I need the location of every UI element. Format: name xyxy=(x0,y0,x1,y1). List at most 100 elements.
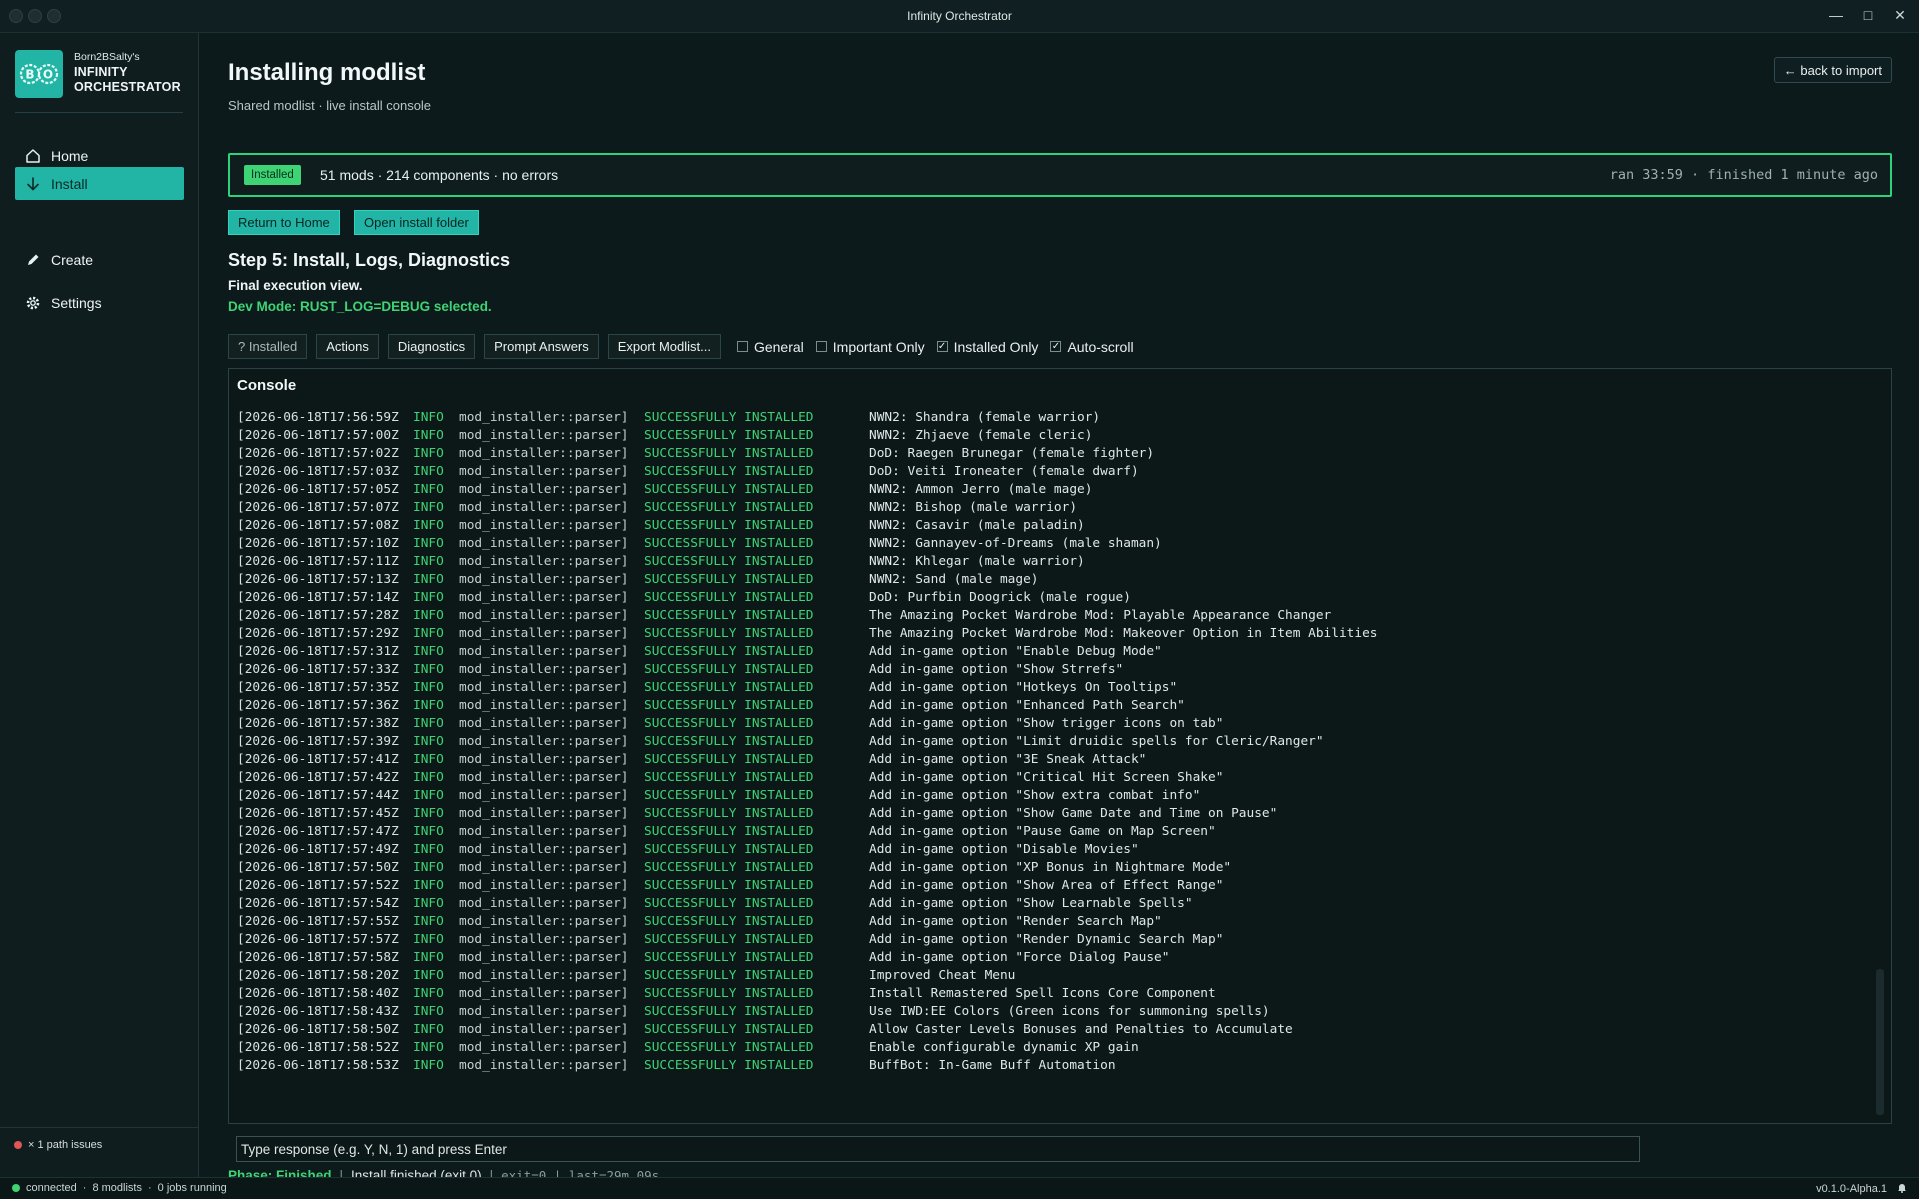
back-to-import-button[interactable]: ← back to import xyxy=(1773,57,1892,83)
path-issues-indicator[interactable]: × 1 path issues xyxy=(14,1139,102,1151)
log-line: [2026-06-18T17:57:03Z INFO mod_installer::… xyxy=(237,463,1865,481)
log-message: DoD: Veiti Ironeater (female dwarf) xyxy=(869,464,1139,479)
log-level: INFO xyxy=(413,896,444,911)
log-status: SUCCESSFULLY INSTALLED xyxy=(644,878,814,893)
log-timestamp: [2026-06-18T17:58:43Z xyxy=(237,1004,399,1019)
sidebar-divider xyxy=(0,1127,198,1128)
prompt-response-input[interactable] xyxy=(236,1136,1640,1162)
modlists-count: 8 modlists xyxy=(92,1182,142,1194)
log-source: mod_installer::parser] xyxy=(459,644,629,659)
log-status: SUCCESSFULLY INSTALLED xyxy=(644,716,814,731)
log-message: Add in-game option "Pause Game on Map Sc… xyxy=(869,824,1216,839)
log-message: Add in-game option "XP Bonus in Nightmar… xyxy=(869,860,1232,875)
log-timestamp: [2026-06-18T17:58:40Z xyxy=(237,986,399,1001)
log-timestamp: [2026-06-18T17:57:54Z xyxy=(237,896,399,911)
log-message: Add in-game option "Show Strrefs" xyxy=(869,662,1124,677)
checkbox-label: General xyxy=(753,338,804,355)
log-level: INFO xyxy=(413,554,444,569)
sidebar-item-install[interactable]: Install xyxy=(15,167,184,200)
auto-scroll-checkbox[interactable]: ✓ Auto-scroll xyxy=(1050,339,1134,355)
bell-icon[interactable] xyxy=(1897,1182,1907,1196)
log-source: mod_installer::parser] xyxy=(459,572,629,587)
console-scrollbar[interactable] xyxy=(1876,969,1884,1115)
log-source: mod_installer::parser] xyxy=(459,716,629,731)
log-timestamp: [2026-06-18T17:57:50Z xyxy=(237,860,399,875)
log-status: SUCCESSFULLY INSTALLED xyxy=(644,464,814,479)
log-timestamp: [2026-06-18T17:57:58Z xyxy=(237,950,399,965)
log-timestamp: [2026-06-18T17:57:57Z xyxy=(237,932,399,947)
return-home-button[interactable]: Return to Home xyxy=(228,210,340,235)
log-line: [2026-06-18T17:57:33Z INFO mod_installer::… xyxy=(237,661,1865,679)
log-timestamp: [2026-06-18T17:57:00Z xyxy=(237,428,399,443)
window-title: Infinity Orchestrator xyxy=(907,9,1012,23)
svg-text:B: B xyxy=(25,68,34,82)
log-line: [2026-06-18T17:57:54Z INFO mod_installer::… xyxy=(237,895,1865,913)
log-level: INFO xyxy=(413,428,444,443)
log-line: [2026-06-18T17:58:43Z INFO mod_installer::… xyxy=(237,1003,1865,1021)
log-source: mod_installer::parser] xyxy=(459,698,629,713)
log-source: mod_installer::parser] xyxy=(459,752,629,767)
console-panel: Console [2026-06-18T17:56:59Z INFO mod_ins… xyxy=(228,368,1892,1124)
sidebar-item-settings[interactable]: Settings xyxy=(15,286,184,319)
filter-general-checkbox[interactable]: General xyxy=(736,338,804,355)
log-level: INFO xyxy=(413,734,444,749)
diagnostics-button[interactable]: Diagnostics xyxy=(387,334,476,359)
log-level: INFO xyxy=(413,806,444,821)
log-line: [2026-06-18T17:58:20Z INFO mod_installer::… xyxy=(237,967,1865,985)
prompt-answers-button[interactable]: Prompt Answers xyxy=(484,334,599,359)
log-level: INFO xyxy=(413,1040,444,1055)
log-message: NWN2: Ammon Jerro (male mage) xyxy=(869,482,1093,497)
log-line: [2026-06-18T17:57:38Z INFO mod_installer::… xyxy=(237,715,1865,733)
maximize-icon[interactable]: □ xyxy=(1858,7,1878,23)
log-line: [2026-06-18T17:57:49Z INFO mod_installer::… xyxy=(237,841,1865,859)
log-source: mod_installer::parser] xyxy=(459,932,629,947)
open-install-folder-button[interactable]: Open install folder xyxy=(354,210,479,235)
log-line: [2026-06-18T17:57:41Z INFO mod_installer::… xyxy=(237,751,1865,769)
log-source: mod_installer::parser] xyxy=(459,536,629,551)
filter-important-only-checkbox[interactable]: Important Only xyxy=(815,339,925,355)
log-level: INFO xyxy=(413,500,444,515)
checkbox-icon xyxy=(736,341,748,352)
log-level: INFO xyxy=(413,626,444,641)
log-level: INFO xyxy=(413,518,444,533)
install-status-banner: Installed 51 mods · 214 components · no … xyxy=(228,153,1892,197)
close-icon[interactable]: ✕ xyxy=(1890,7,1910,24)
log-timestamp: [2026-06-18T17:58:20Z xyxy=(237,968,399,983)
checkmark-icon: ✓ xyxy=(1050,340,1062,352)
separator: · xyxy=(82,1182,87,1194)
brand-name-line1: INFINITY xyxy=(74,65,128,79)
log-message: Add in-game option "Show Game Date and T… xyxy=(869,806,1278,821)
log-message: Add in-game option "Render Search Map" xyxy=(869,914,1162,929)
log-timestamp: [2026-06-18T17:56:59Z xyxy=(237,410,399,425)
console-log[interactable]: [2026-06-18T17:56:59Z INFO mod_installer::… xyxy=(237,409,1865,1075)
log-source: mod_installer::parser] xyxy=(459,842,629,857)
log-source: mod_installer::parser] xyxy=(459,446,629,461)
sidebar-item-label: Settings xyxy=(51,294,102,311)
log-timestamp: [2026-06-18T17:57:41Z xyxy=(237,752,399,767)
step-description: Final execution view. xyxy=(228,278,363,293)
sidebar-item-label: Install xyxy=(51,175,88,192)
log-source: mod_installer::parser] xyxy=(459,1004,629,1019)
filter-installed-only-checkbox[interactable]: ✓ Installed Only xyxy=(936,339,1038,355)
log-message: Add in-game option "Hotkeys On Tooltips" xyxy=(869,680,1178,695)
sidebar-item-create[interactable]: Create xyxy=(15,243,184,276)
log-message: Use IWD:EE Colors (Green icons for summo… xyxy=(869,1004,1270,1019)
log-message: Add in-game option "3E Sneak Attack" xyxy=(869,752,1147,767)
minimize-icon[interactable]: — xyxy=(1826,7,1846,23)
log-timestamp: [2026-06-18T17:57:35Z xyxy=(237,680,399,695)
log-timestamp: [2026-06-18T17:57:47Z xyxy=(237,824,399,839)
log-source: mod_installer::parser] xyxy=(459,1040,629,1055)
log-message: The Amazing Pocket Wardrobe Mod: Makeove… xyxy=(869,626,1378,641)
log-level: INFO xyxy=(413,932,444,947)
log-message: Add in-game option "Disable Movies" xyxy=(869,842,1139,857)
install-timing: ran 33:59 · finished 1 minute ago xyxy=(1609,167,1878,183)
log-level: INFO xyxy=(413,986,444,1001)
log-source: mod_installer::parser] xyxy=(459,680,629,695)
export-modlist-button[interactable]: Export Modlist... xyxy=(607,334,721,359)
log-status: SUCCESSFULLY INSTALLED xyxy=(644,806,814,821)
log-timestamp: [2026-06-18T17:57:36Z xyxy=(237,698,399,713)
log-line: [2026-06-18T17:57:39Z INFO mod_installer::… xyxy=(237,733,1865,751)
installed-tab-button[interactable]: ? Installed xyxy=(228,334,308,359)
log-status: SUCCESSFULLY INSTALLED xyxy=(644,428,814,443)
actions-button[interactable]: Actions xyxy=(316,334,379,359)
